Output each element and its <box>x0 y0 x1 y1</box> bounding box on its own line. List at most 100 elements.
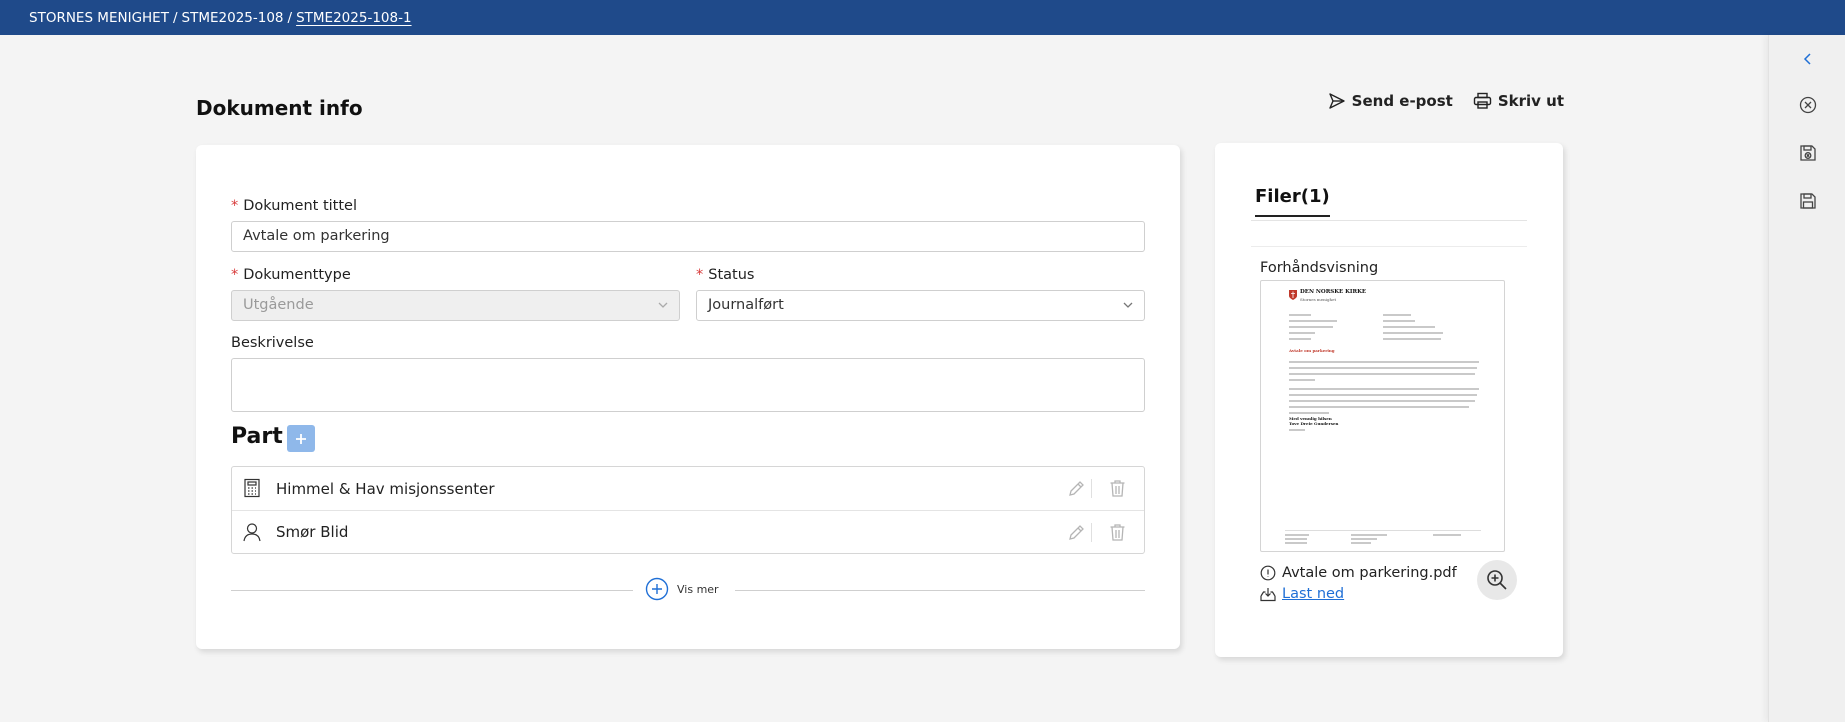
divider-line <box>735 590 1145 591</box>
part-name: Himmel & Hav misjonssenter <box>276 479 495 498</box>
preview-brand-sub: Stornes menighet <box>1300 297 1337 302</box>
status-value: Journalført <box>708 297 784 313</box>
preview-text-line <box>1289 338 1311 340</box>
church-logo-icon <box>1289 290 1297 300</box>
collapse-button[interactable] <box>1796 47 1820 71</box>
preview-heading: Avtale om parkering <box>1289 348 1335 353</box>
preview-text-line <box>1289 332 1315 334</box>
row-divider <box>1091 523 1092 542</box>
doctype-field-label: * Dokumenttype <box>231 267 351 283</box>
part-list: Himmel & Hav misjonssenter Smør Blid <box>231 466 1145 554</box>
preview-text-line <box>1383 338 1441 340</box>
zoom-button[interactable] <box>1477 560 1517 600</box>
show-more-label: Vis mer <box>677 582 719 596</box>
send-icon <box>1328 93 1345 109</box>
preview-text-line <box>1289 314 1311 316</box>
add-part-button[interactable] <box>287 425 315 452</box>
close-circle-icon <box>1799 96 1817 114</box>
required-marker: * <box>696 267 704 283</box>
pencil-icon[interactable] <box>1067 523 1086 542</box>
page-title: Dokument info <box>196 96 363 120</box>
header-actions: Send e-post Skriv ut <box>1328 92 1564 110</box>
divider-line <box>231 590 633 591</box>
breadcrumb-item-case[interactable]: STME2025-108 <box>182 10 284 26</box>
download-row: Last ned <box>1260 586 1344 602</box>
chevron-left-icon <box>1803 53 1811 65</box>
preview-label: Forhåndsvisning <box>1260 260 1379 276</box>
person-icon <box>243 523 261 542</box>
printer-icon <box>1473 92 1492 109</box>
divider <box>1251 246 1527 247</box>
plus-icon <box>296 433 306 444</box>
file-name: Avtale om parkering.pdf <box>1282 565 1457 581</box>
doctype-label-text: Dokumenttype <box>243 267 351 283</box>
preview-footer-rule <box>1285 530 1481 531</box>
title-input[interactable]: Avtale om parkering <box>231 221 1145 252</box>
preview-text-line <box>1351 534 1387 536</box>
part-name: Smør Blid <box>276 523 349 541</box>
tab-files[interactable]: Filer(1) <box>1255 186 1330 217</box>
preview-text-line <box>1289 367 1477 369</box>
info-icon <box>1260 565 1276 581</box>
part-row[interactable]: Himmel & Hav misjonssenter <box>232 467 1144 510</box>
preview-text-line <box>1289 373 1475 375</box>
file-name-row: Avtale om parkering.pdf <box>1260 565 1457 581</box>
status-field-label: * Status <box>696 267 754 283</box>
title-label-text: Dokument tittel <box>243 198 357 214</box>
save-button[interactable] <box>1796 189 1820 213</box>
preview-text-line <box>1351 538 1377 540</box>
title-field-label: * Dokument tittel <box>231 198 357 214</box>
preview-text-line <box>1289 394 1477 396</box>
description-label: Beskrivelse <box>231 335 314 351</box>
zoom-in-icon <box>1487 570 1507 590</box>
preview-text-line <box>1285 542 1307 544</box>
doctype-value: Utgående <box>243 297 314 313</box>
breadcrumb-item-parish[interactable]: STORNES MENIGHET <box>29 10 169 26</box>
send-email-button[interactable]: Send e-post <box>1328 92 1453 110</box>
show-more-button[interactable]: Vis mer <box>645 577 719 601</box>
breadcrumb-separator: / <box>172 9 178 26</box>
breadcrumb-separator: / <box>287 9 293 26</box>
right-sidebar <box>1768 35 1845 722</box>
doctype-select[interactable]: Utgående <box>231 290 680 321</box>
preview-signer: Tove Dreie Gundersen <box>1289 421 1339 426</box>
download-link[interactable]: Last ned <box>1282 586 1344 602</box>
document-info-card: * Dokument tittel Avtale om parkering * Do… <box>196 145 1180 649</box>
files-card: Filer(1) Forhåndsvisning DEN NORSKE KIRK… <box>1215 143 1563 657</box>
preview-text-line <box>1289 400 1475 402</box>
download-icon <box>1260 587 1276 601</box>
tab-underline <box>1251 220 1527 221</box>
preview-text-line <box>1289 388 1479 390</box>
document-preview[interactable]: DEN NORSKE KIRKE Stornes menighet Avtale… <box>1260 280 1505 552</box>
trash-icon[interactable] <box>1109 479 1126 498</box>
preview-text-line <box>1383 332 1443 334</box>
trash-icon[interactable] <box>1109 523 1126 542</box>
status-label-text: Status <box>708 267 755 283</box>
send-email-label: Send e-post <box>1351 92 1453 110</box>
preview-text-line <box>1289 326 1333 328</box>
preview-text-line <box>1289 320 1337 322</box>
preview-text-line <box>1383 314 1411 316</box>
preview-text-line <box>1289 406 1469 408</box>
required-marker: * <box>231 267 239 283</box>
preview-text-line <box>1351 542 1371 544</box>
chevron-down-icon <box>658 302 668 308</box>
save-icon <box>1800 193 1816 209</box>
show-more-row: Vis mer <box>231 577 1145 603</box>
save-and-close-button[interactable] <box>1796 141 1820 165</box>
breadcrumb-item-current[interactable]: STME2025-108-1 <box>296 10 411 26</box>
part-row[interactable]: Smør Blid <box>232 510 1144 553</box>
status-select[interactable]: Journalført <box>696 290 1145 321</box>
save-close-icon <box>1800 145 1816 161</box>
top-bar: STORNES MENIGHET / STME2025-108 / STME20… <box>0 0 1845 35</box>
preview-text-line <box>1289 412 1329 414</box>
chevron-down-icon <box>1123 302 1133 308</box>
preview-text-line <box>1289 429 1305 431</box>
description-textarea[interactable] <box>231 358 1145 412</box>
print-button[interactable]: Skriv ut <box>1473 92 1564 110</box>
preview-text-line <box>1285 534 1309 536</box>
preview-text-line <box>1289 361 1479 363</box>
plus-circle-icon <box>645 577 669 601</box>
pencil-icon[interactable] <box>1067 479 1086 498</box>
close-button[interactable] <box>1796 93 1820 117</box>
